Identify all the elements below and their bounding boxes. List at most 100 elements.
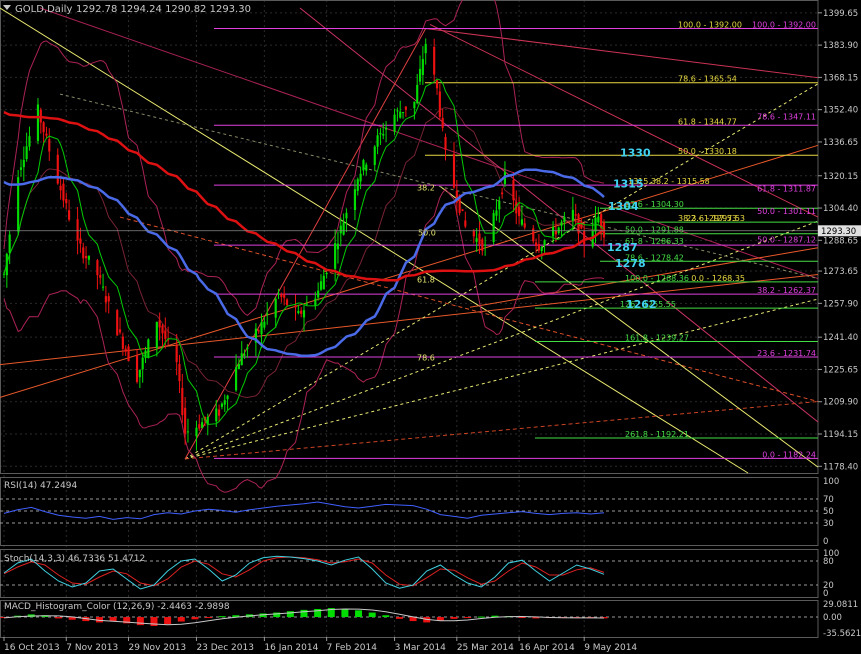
price-tick-label: 1225.65 [823, 365, 858, 375]
indicator-tick-label: 29.0811 [823, 600, 858, 610]
price-tick-label: 1241.40 [823, 333, 858, 343]
bull-candle [322, 275, 325, 290]
macd-bar-negative [55, 617, 63, 619]
bear-candle [280, 294, 283, 298]
bear-candle [478, 233, 481, 245]
fib-level-label: 61.8 - 1344.77 [678, 117, 737, 126]
bull-candle [334, 243, 337, 269]
bear-candle [107, 296, 110, 302]
bull-candle [2, 273, 6, 275]
fib-level-label: 78.6 - 1347.11 [757, 112, 816, 121]
price-tick-label: 1399.65 [823, 9, 858, 19]
bull-candle [237, 363, 240, 370]
fib-level-label: 100.0 - 1268.36 [625, 274, 689, 283]
bull-candle [243, 354, 246, 356]
bull-candle [401, 111, 405, 113]
bear-candle [118, 329, 122, 333]
price-tick-label: 1336.65 [823, 138, 858, 148]
bear-candle [124, 348, 127, 352]
indicator-tick-label: 80 [823, 557, 834, 567]
indicator-tick-label: 30 [823, 519, 834, 529]
bear-candle [198, 424, 201, 429]
bear-candle [461, 209, 464, 211]
bear-candle [294, 305, 297, 308]
bull-candle [399, 111, 402, 118]
bear-candle [532, 228, 535, 242]
time-tick-label: 3 Mar 2014 [395, 643, 447, 653]
fib-level-label: 100.0 - 1392.00 [678, 20, 742, 29]
bear-candle [554, 230, 557, 235]
macd-bar-positive [218, 616, 226, 618]
bear-candle [452, 153, 456, 188]
price-tick-label: 1273.65 [823, 267, 858, 277]
bear-candle [534, 242, 538, 247]
bull-candle [384, 127, 388, 130]
bull-candle [362, 160, 365, 171]
bull-candle [195, 427, 198, 437]
bull-candle [314, 298, 317, 306]
chart-window: 100.0 - 1392.00 100.0 - 1392.00 78.6 - 136… [0, 0, 861, 654]
bull-candle [263, 321, 266, 328]
bull-candle [19, 167, 23, 170]
fib-level-label: 0.0 - 1182.24 [762, 450, 816, 459]
bear-candle [464, 220, 467, 227]
macd-bar-negative [205, 617, 213, 619]
indicator-tick-label: -35.5621 [823, 629, 861, 639]
bull-candle [571, 209, 574, 221]
price-callout: 1304 [608, 200, 639, 213]
macd-bar-positive [341, 608, 349, 618]
bear-candle [580, 221, 583, 229]
time-tick-label: 16 Apr 2014 [519, 643, 575, 653]
bull-candle [373, 146, 376, 166]
bear-candle [218, 409, 221, 416]
bear-candle [82, 247, 85, 259]
chart-canvas: 100.0 - 1392.00 100.0 - 1392.00 78.6 - 136… [0, 0, 861, 654]
bear-candle [96, 260, 99, 276]
bull-candle [101, 286, 105, 288]
bull-candle [339, 225, 342, 234]
bull-candle [22, 159, 25, 168]
bear-candle [178, 364, 181, 382]
macd-bar-negative [464, 617, 472, 619]
bear-candle [283, 293, 286, 298]
bear-candle [537, 243, 540, 251]
price-tick-label: 1383.90 [823, 41, 858, 51]
bear-candle [441, 117, 444, 128]
bull-candle [563, 216, 566, 222]
bull-candle [365, 164, 368, 171]
bull-candle [274, 298, 277, 318]
bear-candle [158, 320, 161, 328]
bear-candle [45, 133, 48, 136]
bull-candle [319, 281, 323, 290]
macd-bar-negative [177, 617, 185, 622]
price-callout: 1278 [615, 257, 646, 270]
fib-level-label: 78.6 - 1365.54 [678, 75, 737, 84]
time-tick-label: 16 Oct 2013 [4, 643, 60, 653]
price-tick-label: 1209.90 [823, 398, 858, 408]
bear-candle [84, 255, 88, 259]
bull-candle [484, 244, 487, 246]
bear-candle [583, 230, 586, 245]
bull-candle [560, 222, 563, 226]
bull-candle [520, 219, 524, 225]
bull-candle [223, 400, 226, 405]
indicator-tick-label: 100 [823, 477, 839, 487]
fib-level-label: 0.0 - 1268.35 [691, 274, 745, 283]
bull-candle [551, 226, 555, 237]
fan-level-label: 61.8 [417, 276, 435, 285]
bear-candle [99, 274, 102, 278]
time-tick-label: 16 Jan 2014 [264, 643, 318, 653]
bear-candle [435, 80, 439, 89]
macd-bar-positive [286, 611, 294, 618]
bull-candle [277, 293, 280, 295]
price-callout: 1315 [613, 177, 644, 190]
ohlc-readout: 1292.78 1294.24 1290.82 1293.30 [76, 4, 251, 15]
bull-candle [379, 132, 382, 135]
price-callout: 1330 [620, 147, 651, 160]
bull-candle [421, 59, 424, 76]
last-price-label: 1293.30 [821, 227, 856, 237]
bear-candle [121, 336, 124, 349]
indicator-tick-label: 50 [823, 507, 834, 517]
bull-candle [356, 179, 359, 191]
bull-candle [418, 68, 422, 82]
